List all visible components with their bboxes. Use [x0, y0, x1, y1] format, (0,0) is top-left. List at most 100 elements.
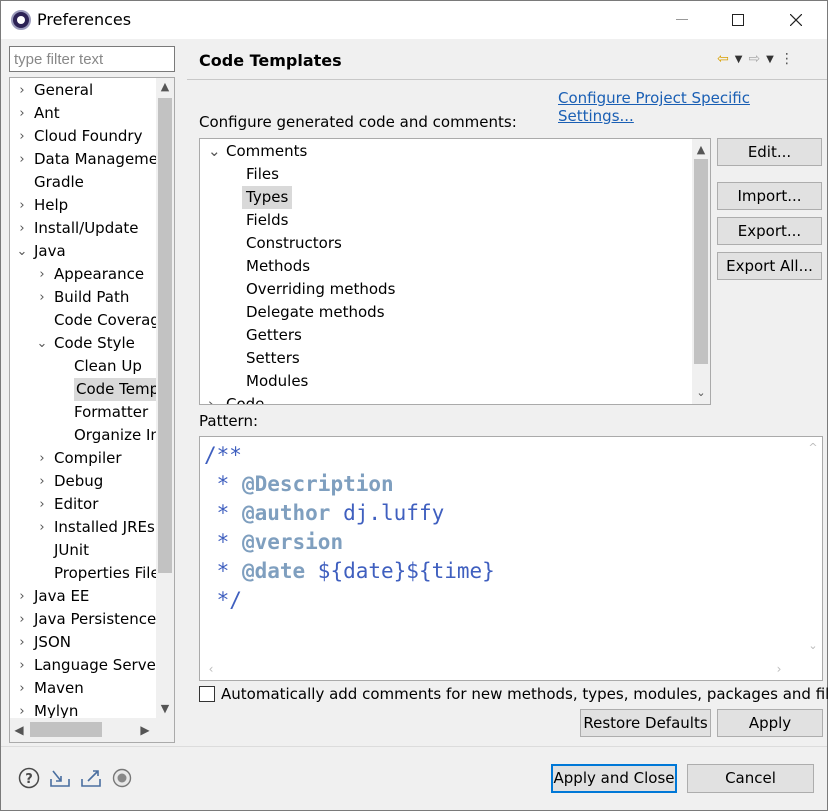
collapsed-chevron-icon[interactable]: ›: [34, 516, 50, 539]
back-arrow-icon[interactable]: ⇦: [717, 51, 729, 67]
tree-item[interactable]: Properties File: [54, 562, 158, 585]
tree-item[interactable]: › Compiler: [39, 447, 121, 470]
tree-item[interactable]: ⌄ Code Style: [37, 332, 135, 355]
scroll-down-icon[interactable]: ⌄: [692, 384, 710, 402]
tree-item[interactable]: › Editor: [39, 493, 98, 516]
tree-item[interactable]: › JSON: [19, 631, 71, 654]
import-button[interactable]: Import...: [717, 182, 822, 210]
configure-project-link[interactable]: Configure Project Specific Settings...: [558, 89, 827, 125]
forward-arrow-icon[interactable]: ⇨: [748, 51, 760, 67]
collapsed-chevron-icon[interactable]: ›: [14, 700, 30, 718]
template-item[interactable]: Overriding methods: [246, 278, 395, 301]
tree-item[interactable]: JUnit: [54, 539, 89, 562]
auto-comment-option[interactable]: Automatically add comments for new metho…: [199, 684, 828, 704]
edit-button[interactable]: Edit...: [717, 138, 822, 166]
collapsed-chevron-icon[interactable]: ›: [14, 102, 30, 125]
auto-comment-checkbox[interactable]: [199, 686, 215, 702]
scroll-left-icon[interactable]: ◀: [10, 718, 28, 742]
template-item[interactable]: Modules: [246, 370, 308, 393]
template-item[interactable]: Setters: [246, 347, 300, 370]
collapsed-chevron-icon[interactable]: ›: [34, 447, 50, 470]
restore-defaults-button[interactable]: Restore Defaults: [580, 709, 711, 737]
collapsed-chevron-icon[interactable]: ›: [14, 585, 30, 608]
scroll-down-icon[interactable]: ⌄: [804, 637, 822, 655]
template-item[interactable]: Constructors: [246, 232, 342, 255]
template-item[interactable]: Getters: [246, 324, 302, 347]
tree-item[interactable]: ⌄ Java: [17, 240, 66, 263]
tree-item[interactable]: › Build Path: [39, 286, 129, 309]
pattern-vertical-scrollbar[interactable]: ^ ⌄: [804, 437, 822, 657]
close-button[interactable]: [773, 5, 819, 35]
template-item[interactable]: Files: [246, 163, 279, 186]
collapsed-chevron-icon[interactable]: ›: [14, 125, 30, 148]
tree-item[interactable]: › Language Server: [19, 654, 158, 677]
collapsed-chevron-icon[interactable]: ›: [14, 631, 30, 654]
tree-item[interactable]: › Mylyn: [19, 700, 78, 718]
tree-item[interactable]: › Cloud Foundry: [19, 125, 142, 148]
tree-item[interactable]: › Installed JREs: [39, 516, 154, 539]
maximize-button[interactable]: [715, 5, 761, 35]
more-icon[interactable]: ⋮: [780, 51, 794, 67]
collapsed-chevron-icon[interactable]: ›: [14, 654, 30, 677]
tree-item[interactable]: Gradle: [34, 171, 84, 194]
scroll-up-icon[interactable]: ▲: [156, 78, 174, 96]
export-button[interactable]: Export...: [717, 217, 822, 245]
forward-dropdown-icon[interactable]: ▼: [766, 54, 774, 65]
scroll-thumb[interactable]: [30, 722, 102, 737]
tree-item[interactable]: Clean Up: [74, 355, 142, 378]
tree-item[interactable]: › Help: [19, 194, 68, 217]
template-item[interactable]: ⌄ Comments: [208, 140, 307, 163]
apply-and-close-button[interactable]: Apply and Close: [551, 764, 677, 793]
collapsed-chevron-icon[interactable]: ›: [34, 286, 50, 309]
minimize-button[interactable]: [659, 5, 705, 35]
scroll-left-icon[interactable]: ‹: [202, 658, 220, 680]
collapsed-chevron-icon[interactable]: ›: [14, 148, 30, 171]
expanded-chevron-icon[interactable]: ⌄: [34, 332, 50, 355]
cancel-button[interactable]: Cancel: [687, 764, 814, 793]
tree-item[interactable]: › Data Manageme: [19, 148, 158, 171]
import-icon[interactable]: [49, 767, 71, 789]
tree-item[interactable]: › Maven: [19, 677, 83, 700]
apply-button[interactable]: Apply: [717, 709, 823, 737]
template-item[interactable]: › Code: [208, 393, 264, 404]
tree-item[interactable]: › General: [19, 79, 93, 102]
collapsed-chevron-icon[interactable]: ›: [14, 608, 30, 631]
template-item[interactable]: Fields: [246, 209, 288, 232]
tree-item[interactable]: Organize In: [74, 424, 158, 447]
scroll-right-icon[interactable]: ▶: [136, 718, 154, 742]
collapsed-chevron-icon[interactable]: ›: [14, 217, 30, 240]
template-item[interactable]: Delegate methods: [246, 301, 385, 324]
collapsed-chevron-icon[interactable]: ›: [34, 493, 50, 516]
pattern-code[interactable]: /** * @Description * @author dj.luffy * …: [204, 441, 495, 615]
tree-item[interactable]: Code Temp: [74, 378, 158, 401]
tree-item[interactable]: › Debug: [39, 470, 103, 493]
export-icon[interactable]: [80, 767, 102, 789]
templates-vertical-scrollbar[interactable]: ▲ ⌄: [692, 139, 710, 404]
pattern-editor[interactable]: /** * @Description * @author dj.luffy * …: [199, 436, 823, 681]
tree-item[interactable]: › Appearance: [39, 263, 144, 286]
scroll-thumb[interactable]: [158, 98, 172, 573]
collapsed-chevron-icon[interactable]: ›: [208, 393, 214, 404]
tree-vertical-scrollbar[interactable]: ▲ ▼: [156, 78, 174, 718]
filter-input[interactable]: [9, 46, 175, 72]
expanded-chevron-icon[interactable]: ⌄: [208, 140, 221, 163]
tree-horizontal-scrollbar[interactable]: ◀ ▶: [10, 718, 174, 742]
tree-item[interactable]: › Install/Update: [19, 217, 138, 240]
template-item[interactable]: Types: [242, 186, 293, 209]
expanded-chevron-icon[interactable]: ⌄: [14, 240, 30, 263]
scroll-right-icon[interactable]: ›: [770, 658, 788, 680]
collapsed-chevron-icon[interactable]: ›: [34, 470, 50, 493]
tree-item[interactable]: › Java EE: [19, 585, 89, 608]
collapsed-chevron-icon[interactable]: ›: [14, 79, 30, 102]
export-all-button[interactable]: Export All...: [717, 252, 822, 280]
collapsed-chevron-icon[interactable]: ›: [14, 677, 30, 700]
scroll-up-icon[interactable]: ▲: [692, 141, 710, 159]
scroll-up-icon[interactable]: ^: [804, 439, 822, 457]
back-dropdown-icon[interactable]: ▼: [735, 54, 743, 65]
oomph-icon[interactable]: [111, 767, 133, 789]
pattern-horizontal-scrollbar[interactable]: ‹ ›: [200, 658, 804, 680]
scroll-down-icon[interactable]: ▼: [156, 700, 174, 718]
collapsed-chevron-icon[interactable]: ›: [34, 263, 50, 286]
template-item[interactable]: Methods: [246, 255, 310, 278]
scroll-thumb[interactable]: [694, 159, 708, 364]
